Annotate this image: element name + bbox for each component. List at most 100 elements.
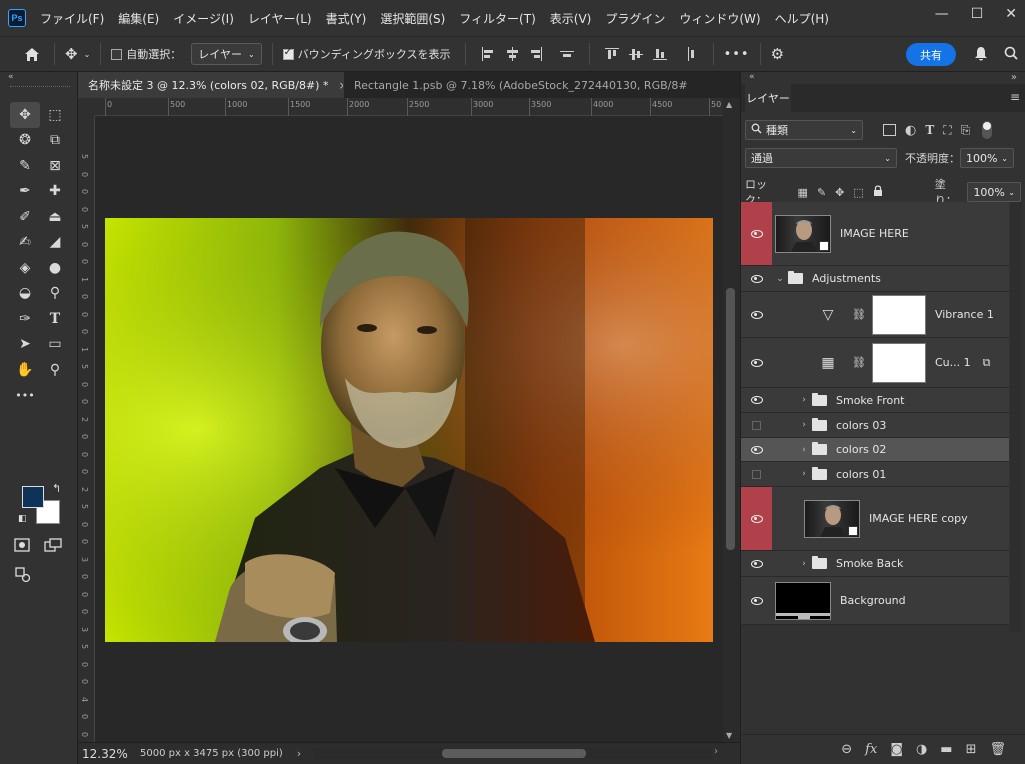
scroll-up-icon[interactable]: ▲	[726, 100, 732, 109]
layer-row[interactable]: › colors 01	[741, 462, 1009, 487]
more-tools-icon[interactable]: •••	[10, 383, 40, 409]
default-colors-icon[interactable]: ◧	[18, 514, 27, 524]
blur-tool-icon[interactable]: ●	[40, 255, 70, 281]
chevron-right-icon[interactable]: ›	[798, 420, 810, 430]
lasso-tool-icon[interactable]: ❂	[10, 128, 40, 154]
screen-mode-icon[interactable]	[44, 538, 62, 555]
layer-mask-thumbnail[interactable]	[871, 342, 926, 383]
lock-position-icon[interactable]: ✥	[835, 186, 844, 199]
scroll-right-icon[interactable]: ›	[714, 746, 718, 757]
target-select[interactable]: レイヤー ⌄	[191, 43, 262, 65]
toolbar-collapse-icon[interactable]: «	[8, 72, 14, 82]
fx-icon[interactable]: fx	[865, 742, 877, 757]
object-select-tool-icon[interactable]: ⧉	[40, 128, 70, 154]
align-middle-v-icon[interactable]	[628, 47, 643, 61]
pixel-filter-icon[interactable]	[883, 124, 896, 136]
eraser-tool-icon[interactable]: ◢	[40, 230, 70, 256]
link-layers-icon[interactable]: ⊖	[841, 742, 852, 757]
hand-tool-icon[interactable]: ✋	[10, 357, 40, 383]
move-tool-icon[interactable]: ✥	[65, 45, 78, 63]
horizontal-scroll-thumb[interactable]	[442, 749, 586, 758]
layer-row[interactable]: › colors 02	[741, 438, 1009, 462]
quick-mask-icon[interactable]	[14, 538, 30, 555]
minimize-icon[interactable]: —	[935, 6, 949, 22]
link-icon[interactable]: ⛓	[852, 308, 866, 321]
visibility-toggle[interactable]	[741, 413, 772, 437]
panel-expand-icon[interactable]: »	[1011, 72, 1017, 83]
filter-toggle-icon[interactable]	[982, 121, 993, 139]
layers-scrollbar[interactable]	[1010, 202, 1022, 632]
menu-item[interactable]: 表示(V)	[550, 10, 592, 27]
brush-tool-icon[interactable]: ✐	[10, 204, 40, 230]
move-tool-icon[interactable]: ✥	[10, 102, 40, 128]
chevron-right-icon[interactable]: ›	[798, 559, 810, 569]
adjustment-filter-icon[interactable]: ◐	[905, 123, 916, 138]
align-bottom-icon[interactable]	[652, 47, 667, 61]
menu-item[interactable]: イメージ(I)	[173, 10, 234, 27]
menu-item[interactable]: 選択範囲(S)	[380, 10, 445, 27]
layer-row[interactable]: › colors 03	[741, 413, 1009, 438]
close-icon[interactable]: ✕	[1005, 6, 1017, 22]
marquee-tool-icon[interactable]: ⬚	[40, 102, 70, 128]
burn-tool-icon[interactable]: ⚲	[40, 281, 70, 307]
menu-item[interactable]: レイヤー(L)	[248, 10, 312, 27]
visibility-toggle[interactable]	[741, 388, 772, 412]
distribute-v-icon[interactable]	[684, 47, 698, 61]
visibility-toggle[interactable]	[741, 292, 772, 337]
align-top-icon[interactable]	[604, 47, 619, 61]
menu-item[interactable]: 書式(Y)	[326, 10, 367, 27]
share-button[interactable]: 共有	[906, 43, 956, 66]
align-center-h-icon[interactable]	[505, 47, 519, 61]
quick-select-tool-icon[interactable]: ✎	[10, 153, 40, 179]
panel-collapse-icon[interactable]: «	[749, 72, 755, 82]
fill-input[interactable]: 100% ⌄	[967, 182, 1021, 202]
bell-icon[interactable]	[974, 46, 988, 62]
panel-menu-icon[interactable]: ≡	[1010, 90, 1020, 104]
visibility-toggle[interactable]	[741, 577, 772, 624]
swap-colors-icon[interactable]: ↰	[52, 482, 61, 495]
visibility-toggle[interactable]	[741, 551, 772, 576]
opacity-input[interactable]: 100% ⌄	[960, 148, 1014, 168]
zoom-tool-icon[interactable]: ⚲	[40, 357, 70, 383]
home-icon[interactable]	[22, 47, 42, 62]
layer-row[interactable]: ▦ ⛓ Cu... 1 ⧉	[741, 338, 1009, 388]
smart-object-filter-icon[interactable]: ⎘	[961, 123, 971, 138]
tab-document-2[interactable]: Rectangle 1.psb @ 7.18% (AdobeStock_2724…	[343, 72, 688, 98]
chevron-right-icon[interactable]: ›	[798, 445, 810, 455]
lock-image-icon[interactable]: ✎	[817, 186, 826, 199]
align-right-icon[interactable]	[529, 47, 543, 61]
visibility-toggle[interactable]	[741, 462, 772, 486]
more-options-icon[interactable]: •••	[724, 47, 750, 62]
chevron-right-icon[interactable]: ›	[798, 395, 810, 405]
chevron-down-icon[interactable]: ⌄	[774, 274, 786, 284]
layer-row[interactable]: › Smoke Front	[741, 388, 1009, 413]
horizontal-scrollbar[interactable]	[314, 748, 712, 759]
align-left-icon[interactable]	[481, 47, 495, 61]
layer-row[interactable]: Background	[741, 577, 1009, 625]
layer-row[interactable]: IMAGE HERE copy	[741, 487, 1009, 551]
menu-item[interactable]: フィルター(T)	[459, 10, 535, 27]
healing-brush-tool-icon[interactable]: ✚	[40, 179, 70, 205]
search-icon[interactable]	[1004, 46, 1018, 60]
shape-filter-icon[interactable]: ⛶	[943, 123, 951, 138]
layer-mask-thumbnail[interactable]	[871, 294, 926, 335]
tab-document-1[interactable]: 名称未設定 3 @ 12.3% (colors 02, RGB/8#) * ×	[78, 72, 343, 98]
layer-row[interactable]: ▽ ⛓ Vibrance 1	[741, 292, 1009, 338]
zoom-level[interactable]: 12.32%	[82, 747, 140, 761]
maximize-icon[interactable]: ☐	[971, 6, 984, 22]
visibility-toggle[interactable]	[741, 487, 772, 550]
history-brush-tool-icon[interactable]: ✍	[10, 230, 40, 256]
trash-icon[interactable]: 🗑	[989, 742, 1006, 757]
gear-icon[interactable]: ⚙	[771, 45, 784, 63]
auto-select-checkbox[interactable]	[111, 48, 123, 60]
stamp-tool-icon[interactable]: ⏏	[40, 204, 70, 230]
vertical-scrollbar[interactable]: ▲ ▼	[723, 98, 738, 742]
visibility-toggle[interactable]	[741, 438, 772, 461]
layer-row[interactable]: IMAGE HERE	[741, 202, 1009, 266]
bounding-box-checkbox[interactable]	[282, 47, 294, 60]
rectangle-tool-icon[interactable]: ▭	[40, 332, 70, 358]
visibility-toggle[interactable]	[741, 338, 772, 387]
crop-tool-icon[interactable]: ⊠	[40, 153, 70, 179]
status-menu-arrow-icon[interactable]: ›	[297, 747, 301, 760]
lock-all-icon[interactable]	[873, 185, 883, 199]
